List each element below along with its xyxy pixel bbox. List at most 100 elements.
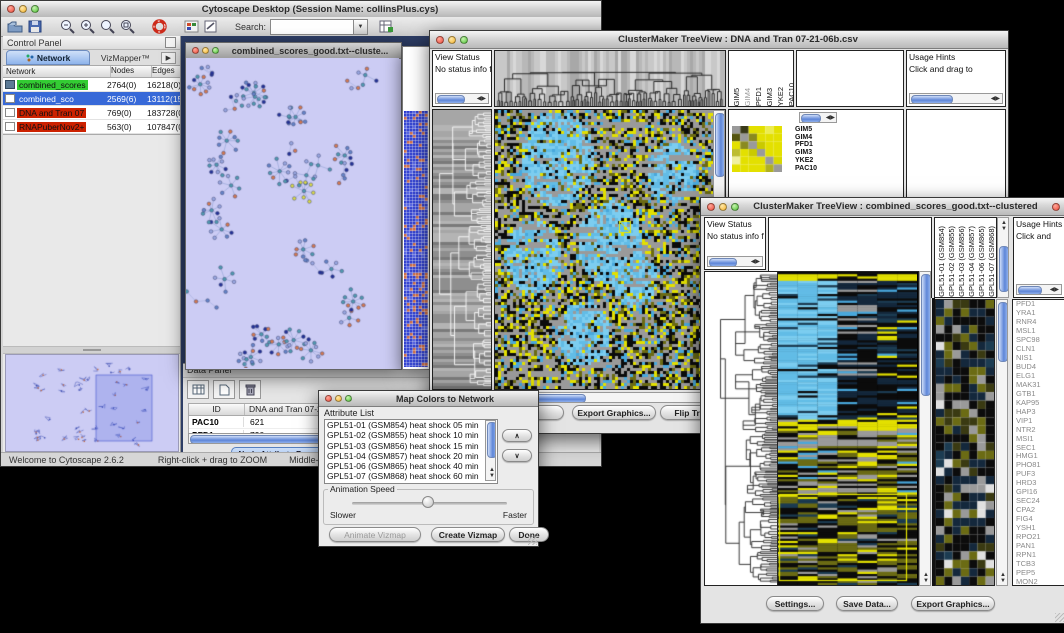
treeview-dna-titlebar[interactable]: ClusterMaker TreeView : DNA and Tran 07-… — [430, 31, 1008, 49]
move-up-button[interactable]: ∧ — [502, 429, 532, 442]
gene-label[interactable]: NIS1 — [1016, 354, 1064, 363]
search-input[interactable] — [270, 19, 354, 35]
close-button[interactable] — [707, 203, 715, 211]
zoom-button[interactable] — [212, 47, 219, 54]
resize-grip[interactable] — [1055, 613, 1064, 622]
gene-label[interactable]: VIP1 — [1016, 417, 1064, 426]
main-titlebar[interactable]: Cytoscape Desktop (Session Name: collins… — [1, 1, 601, 18]
column-dendrogram[interactable] — [495, 51, 725, 106]
zoom-hscrollbar[interactable]: ◀▶ — [799, 112, 837, 123]
dense-network-canvas[interactable] — [404, 111, 428, 367]
gene-label[interactable]: KAP95 — [1016, 399, 1064, 408]
usage-hints-scrollbar[interactable]: ◀▶ — [1016, 284, 1062, 295]
gene-label[interactable]: FIG4 — [1016, 515, 1064, 524]
zoom-button[interactable] — [460, 36, 468, 44]
animate-vizmap-button[interactable]: Animate Vizmap — [329, 527, 421, 542]
gene-label[interactable]: TCB3 — [1016, 560, 1064, 569]
column-header[interactable]: Network — [3, 66, 111, 77]
zoom-button[interactable] — [31, 5, 39, 13]
zoom-button[interactable] — [345, 395, 352, 402]
zoom-selected-icon[interactable] — [117, 18, 137, 36]
gene-label[interactable]: MON2 — [1016, 578, 1064, 586]
export-graphics-button[interactable]: Export Graphics... — [911, 596, 995, 611]
view-status-scrollbar[interactable]: ◀▶ — [435, 93, 489, 104]
gene-label[interactable]: GPI16 — [1016, 488, 1064, 497]
gene-label[interactable]: NTR2 — [1016, 426, 1064, 435]
attribute-list-item[interactable]: GPL51-06 (GSM865) heat shock 40 min — [325, 461, 497, 471]
zoom-fit-icon[interactable] — [97, 18, 117, 36]
annotation-icon[interactable] — [201, 18, 221, 36]
network-view-titlebar[interactable]: combined_scores_good.txt--cluste... — [186, 43, 401, 59]
view-status-scrollbar[interactable]: ◀▶ — [707, 256, 763, 267]
attribute-list-item[interactable]: GPL51-03 (GSM856) heat shock 15 min — [325, 441, 497, 451]
column-header[interactable]: Nodes — [111, 66, 152, 77]
zoom-button[interactable] — [731, 203, 739, 211]
gene-label[interactable]: SEC24 — [1016, 497, 1064, 506]
row-dendrogram[interactable] — [433, 110, 491, 389]
gene-label[interactable]: MAK31 — [1016, 381, 1064, 390]
tab-network[interactable]: Network — [6, 50, 90, 65]
gene-label[interactable]: ELG1 — [1016, 372, 1064, 381]
gene-label[interactable]: YSH1 — [1016, 524, 1064, 533]
heatmap-canvas[interactable] — [778, 272, 917, 585]
close-button[interactable] — [7, 5, 15, 13]
row-dendrogram[interactable] — [705, 272, 777, 585]
attribute-list-item[interactable]: GPL51-01 (GSM854) heat shock 05 min — [325, 420, 497, 430]
save-session-icon[interactable] — [25, 18, 45, 36]
new-attribute-icon[interactable] — [213, 380, 235, 399]
minimize-button[interactable] — [719, 203, 727, 211]
help-icon[interactable] — [149, 18, 169, 36]
gene-label[interactable]: SEC1 — [1016, 444, 1064, 453]
gene-label[interactable]: PUF3 — [1016, 470, 1064, 479]
close-button[interactable] — [436, 36, 444, 44]
speed-slider-thumb[interactable] — [422, 496, 434, 508]
network-row[interactable]: combined_sco 2569(6) 13112(15) — [3, 92, 180, 106]
vizmapper-icon[interactable] — [181, 18, 201, 36]
zoom-heatmap[interactable] — [936, 300, 994, 585]
search-dropdown-icon[interactable]: ▼ — [354, 19, 368, 35]
usage-hints-scrollbar[interactable]: ◀▶ — [909, 93, 1003, 104]
panel-splitter[interactable] — [3, 346, 180, 354]
gene-label[interactable]: SPC98 — [1016, 336, 1064, 345]
gene-list-vscrollbar[interactable]: ▲▼ — [996, 299, 1008, 586]
gene-labels-panel[interactable]: PFD1YRA1RNR4MSL1SPC98CLN1NIS1BUD4ELG1MAK… — [1012, 299, 1064, 586]
gene-label[interactable]: HMG1 — [1016, 452, 1064, 461]
heatmap-vscrollbar[interactable]: ▲▼ — [919, 271, 931, 586]
tab-vizmapper[interactable]: VizMapper™ — [90, 51, 160, 64]
gene-label[interactable]: PEP5 — [1016, 569, 1064, 578]
zoom-heatmap[interactable] — [732, 126, 782, 172]
network-row[interactable]: RNAPuberNov2+ 563(0) 107847(0) — [3, 120, 180, 134]
float-panel-icon[interactable] — [165, 37, 176, 48]
gene-label[interactable]: RNR4 — [1016, 318, 1064, 327]
map-colors-titlebar[interactable]: Map Colors to Network — [319, 391, 538, 407]
heatmap-canvas[interactable] — [495, 110, 714, 389]
zoom-out-icon[interactable] — [57, 18, 77, 36]
gene-label[interactable]: CLN1 — [1016, 345, 1064, 354]
gene-label[interactable]: CPA2 — [1016, 506, 1064, 515]
network-overview[interactable] — [5, 354, 179, 452]
attribute-list-item[interactable]: GPL51-02 (GSM855) heat shock 10 min — [325, 430, 497, 440]
move-down-button[interactable]: ∨ — [502, 449, 532, 462]
attribute-browser-icon[interactable] — [376, 18, 396, 36]
save-data-button[interactable]: Save Data... — [836, 596, 898, 611]
resize-grip[interactable] — [528, 536, 537, 545]
gene-label[interactable]: RPN1 — [1016, 551, 1064, 560]
network-canvas[interactable] — [186, 58, 399, 368]
gene-label[interactable]: YRA1 — [1016, 309, 1064, 318]
close-button[interactable] — [192, 47, 199, 54]
column-header[interactable]: Edges — [152, 66, 180, 77]
array-labels-vscrollbar[interactable]: ▲▼ — [997, 217, 1009, 298]
network-row[interactable]: DNA and Tran 07 769(0) 183728(0) — [3, 106, 180, 120]
export-graphics-button[interactable]: Export Graphics... — [572, 405, 656, 420]
attribute-list-item[interactable]: GPL51-07 (GSM868) heat shock 60 min — [325, 471, 497, 481]
gene-label[interactable]: GTB1 — [1016, 390, 1064, 399]
minimize-button[interactable] — [202, 47, 209, 54]
minimize-button[interactable] — [335, 395, 342, 402]
open-session-icon[interactable] — [5, 18, 25, 36]
gene-label[interactable]: BUD4 — [1016, 363, 1064, 372]
network-row[interactable]: combined_scores 2764(0) 16218(0) — [3, 78, 180, 92]
create-vizmap-button[interactable]: Create Vizmap — [431, 527, 505, 542]
attribute-select-icon[interactable] — [187, 380, 209, 399]
gene-label[interactable]: RPO21 — [1016, 533, 1064, 542]
column-header[interactable]: ID — [189, 404, 245, 415]
